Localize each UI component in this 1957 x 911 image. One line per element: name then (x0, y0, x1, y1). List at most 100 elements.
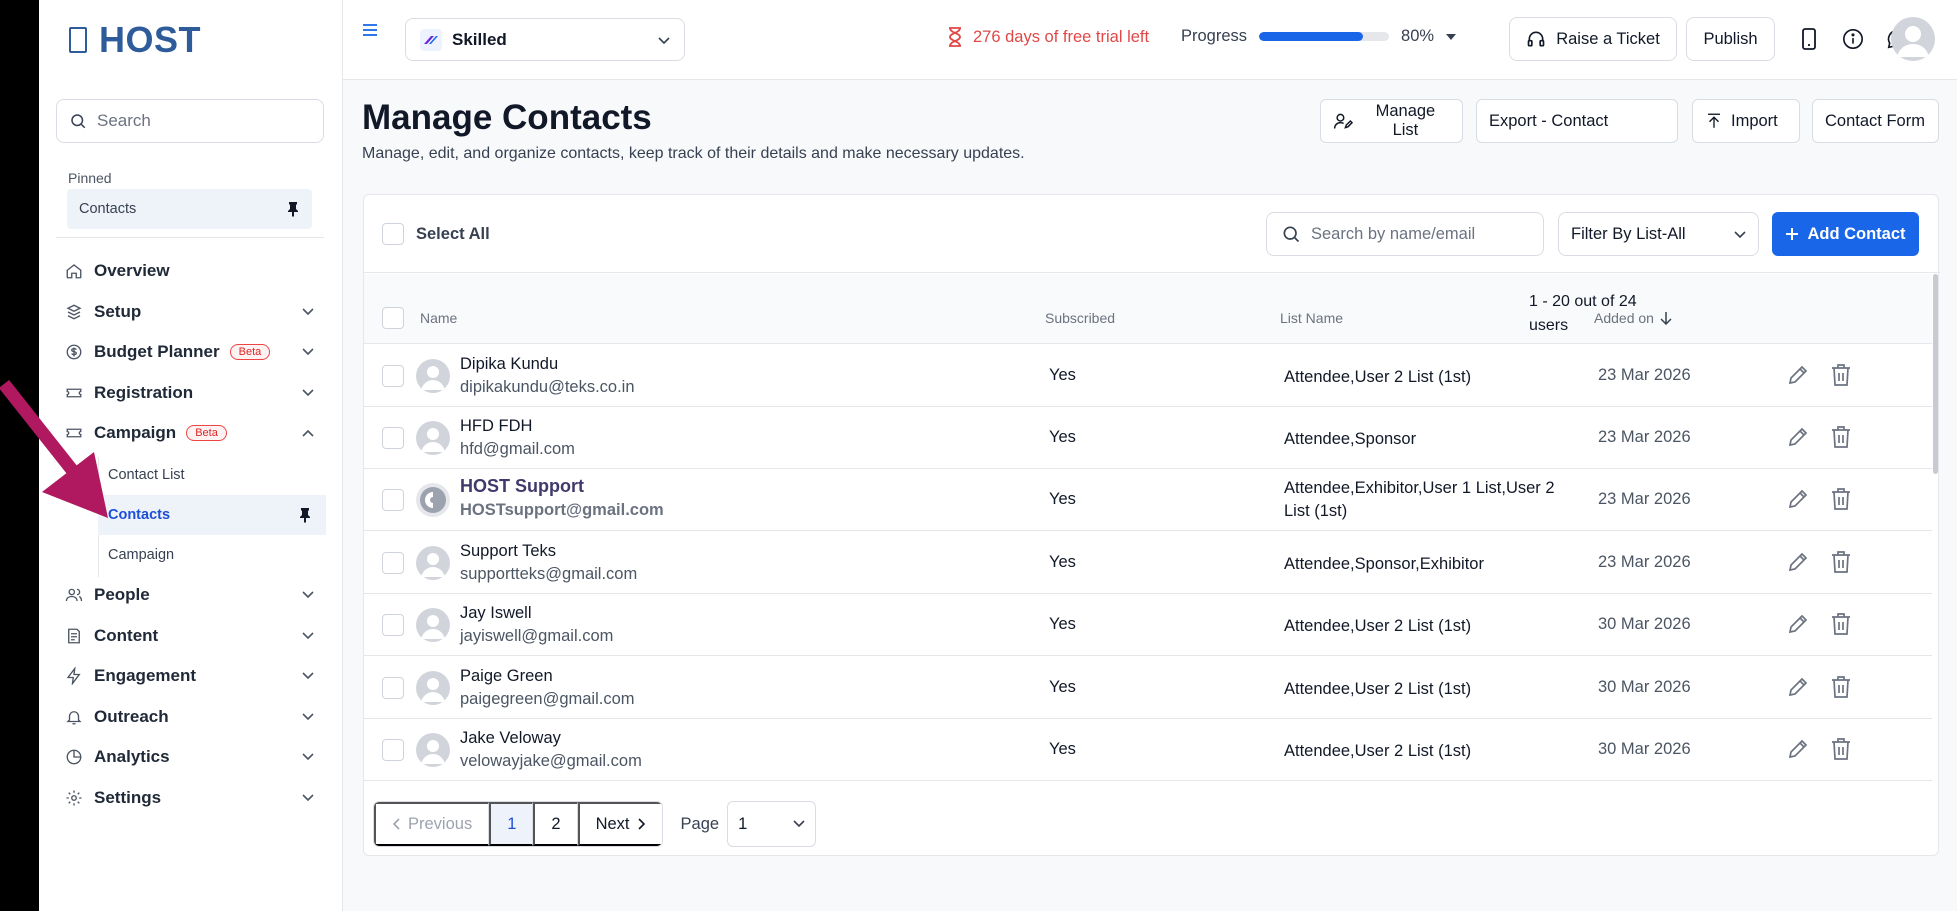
edit-icon[interactable] (1786, 612, 1810, 636)
nav-engagement[interactable]: Engagement (56, 657, 326, 695)
logo-mark-icon (69, 27, 87, 53)
sub-item-contacts[interactable]: Contacts (98, 495, 326, 535)
sort-down-icon[interactable] (1660, 311, 1672, 325)
table-row[interactable]: Jay Iswell jayiswell@gmail.com Yes Atten… (364, 594, 1932, 656)
trash-icon[interactable] (1830, 612, 1852, 636)
pin-icon[interactable] (286, 201, 300, 217)
user-avatar[interactable] (1891, 17, 1935, 61)
sidebar-search-input[interactable] (97, 111, 297, 131)
column-subscribed[interactable]: Subscribed (1045, 310, 1115, 326)
select-all-checkbox[interactable] (382, 223, 404, 245)
gear-icon (64, 788, 84, 808)
raise-ticket-button[interactable]: Raise a Ticket (1509, 17, 1677, 61)
edit-icon[interactable] (1786, 425, 1810, 449)
page-1-button[interactable]: 1 (489, 802, 534, 846)
table-row[interactable]: Support Teks supportteks@gmail.com Yes A… (364, 532, 1932, 594)
edit-icon[interactable] (1786, 487, 1810, 511)
table-row[interactable]: Paige Green paigegreen@gmail.com Yes Att… (364, 657, 1932, 719)
add-contact-label: Add Contact (1807, 224, 1906, 243)
mobile-preview-icon[interactable] (1796, 26, 1822, 52)
table-header: Name Subscribed List Name Added on 1 - 2… (364, 274, 1932, 344)
edit-icon[interactable] (1786, 550, 1810, 574)
edit-icon[interactable] (1786, 675, 1810, 699)
hamburger-menu-icon[interactable] (361, 22, 379, 43)
sub-item-contact-list[interactable]: Contact List (98, 455, 326, 495)
row-checkbox[interactable] (382, 614, 404, 636)
nav-setup-label: Setup (94, 302, 142, 321)
pinned-item-contacts[interactable]: Contacts (67, 189, 312, 229)
contact-email: paigegreen@gmail.com (460, 690, 635, 708)
row-checkbox[interactable] (382, 489, 404, 511)
chevron-down-icon (300, 790, 316, 806)
chevron-down-icon (300, 304, 316, 320)
progress-indicator[interactable]: Progress 80% (1181, 27, 1457, 46)
trash-icon[interactable] (1830, 363, 1852, 387)
page-title: Manage Contacts (362, 98, 652, 137)
table-scroll-area[interactable]: Select All Filter By List-All Add Contac… (364, 195, 1940, 787)
contact-email: velowayjake@gmail.com (460, 752, 642, 770)
publish-button[interactable]: Publish (1686, 17, 1775, 61)
manage-list-button[interactable]: Manage List (1320, 99, 1463, 143)
page-subtitle: Manage, edit, and organize contacts, kee… (362, 145, 1025, 162)
nav-outreach[interactable]: Outreach (56, 698, 326, 736)
table-row[interactable]: Dipika Kundu dipikakundu@teks.co.in Yes … (364, 345, 1932, 407)
header-checkbox[interactable] (382, 307, 404, 329)
nav-overview[interactable]: Overview (56, 252, 326, 290)
add-contact-button[interactable]: Add Contact (1772, 212, 1919, 256)
info-icon[interactable] (1840, 26, 1866, 52)
nav-budget-planner[interactable]: Budget Planner Beta (56, 333, 326, 371)
select-all[interactable]: Select All (382, 223, 490, 245)
trash-icon[interactable] (1830, 425, 1852, 449)
user-icon (421, 740, 445, 764)
contact-email: jayiswell@gmail.com (460, 627, 614, 645)
next-page-button[interactable]: Next (577, 802, 662, 846)
edit-icon[interactable] (1786, 737, 1810, 761)
filter-by-list-select[interactable]: Filter By List-All (1558, 212, 1759, 256)
previous-page-button[interactable]: Previous (374, 802, 490, 846)
export-contact-button[interactable]: Export - Contact (1476, 99, 1678, 143)
column-list-name[interactable]: List Name (1280, 310, 1343, 326)
nav-analytics[interactable]: Analytics (56, 738, 326, 776)
table-row[interactable]: HOST Support HOSTsupport@gmail.com Yes A… (364, 469, 1932, 531)
sidebar-search[interactable] (56, 99, 324, 143)
project-select[interactable]: Skilled (405, 18, 685, 61)
edit-icon[interactable] (1786, 363, 1810, 387)
trash-icon[interactable] (1830, 550, 1852, 574)
page-select[interactable]: 1 (727, 801, 817, 847)
column-name[interactable]: Name (420, 310, 457, 326)
page-2-button[interactable]: 2 (533, 802, 578, 846)
support-avatar-icon (420, 487, 446, 513)
logo-text: HOST (99, 19, 202, 60)
page-number: 1 (507, 814, 517, 833)
caret-down-icon[interactable] (1446, 33, 1457, 40)
row-checkbox[interactable] (382, 677, 404, 699)
table-row[interactable]: Jake Veloway velowayjake@gmail.com Yes A… (364, 719, 1932, 781)
sub-item-campaign[interactable]: Campaign (98, 535, 326, 575)
sidebar-divider (56, 237, 324, 238)
nav-setup[interactable]: Setup (56, 293, 326, 331)
import-button[interactable]: Import (1692, 99, 1800, 143)
table-row-partial (364, 781, 1932, 787)
nav-settings[interactable]: Settings (56, 779, 326, 817)
trash-icon[interactable] (1830, 737, 1852, 761)
contact-search-input[interactable] (1311, 224, 1531, 244)
row-checkbox[interactable] (382, 427, 404, 449)
contact-search[interactable] (1266, 212, 1544, 256)
pin-icon[interactable] (298, 507, 312, 523)
table-row[interactable]: HFD FDH hfd@gmail.com Yes Attendee,Spons… (364, 407, 1932, 469)
contact-subscribed: Yes (1049, 740, 1076, 758)
trial-text: 276 days of free trial left (973, 27, 1150, 46)
nav-people[interactable]: People (56, 576, 326, 614)
trash-icon[interactable] (1830, 675, 1852, 699)
logo[interactable]: HOST (69, 18, 201, 62)
row-checkbox[interactable] (382, 552, 404, 574)
contact-name: Jay Iswell (460, 604, 532, 622)
nav-content[interactable]: Content (56, 617, 326, 655)
row-checkbox[interactable] (382, 365, 404, 387)
trash-icon[interactable] (1830, 487, 1852, 511)
row-checkbox[interactable] (382, 739, 404, 761)
table-scrollbar[interactable] (1933, 274, 1938, 474)
contact-form-button[interactable]: Contact Form (1812, 99, 1939, 143)
nav-budget-label: Budget Planner (94, 342, 220, 361)
annotation-arrow (0, 380, 108, 518)
